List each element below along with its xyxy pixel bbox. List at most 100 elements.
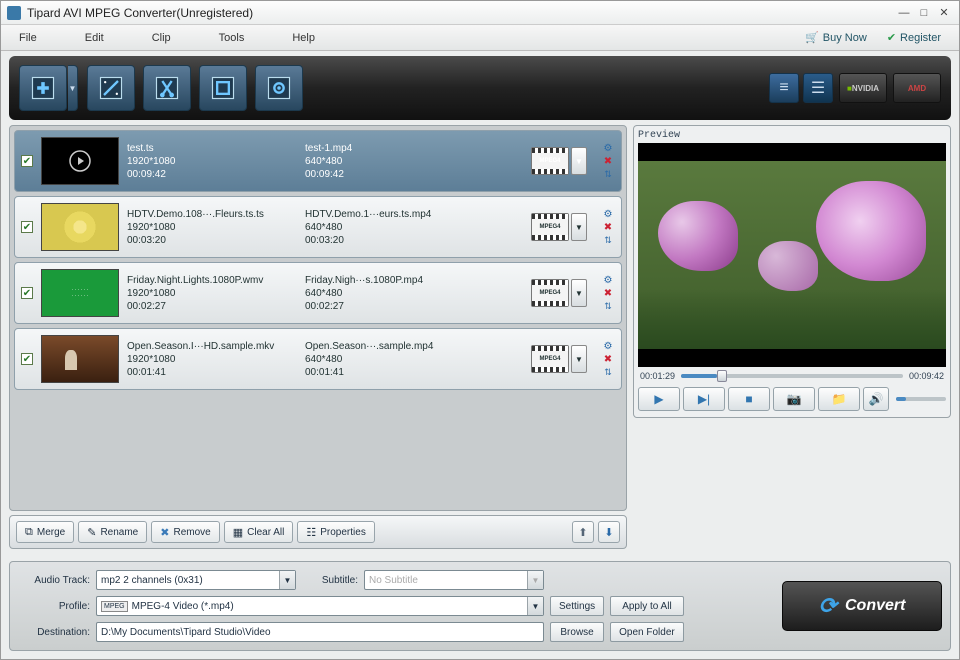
maximize-button[interactable]: □: [915, 6, 933, 20]
preview-current-time: 00:01:29: [640, 371, 675, 381]
add-file-dropdown-icon[interactable]: ▼: [68, 65, 78, 111]
item-remove-icon[interactable]: ✖: [601, 155, 615, 167]
pencil-icon: ✎: [87, 526, 96, 539]
list-item[interactable]: ✔· · · · · ·· · · · · ·Friday.Night.Ligh…: [14, 262, 622, 324]
settings-toolbar-button[interactable]: [255, 65, 303, 111]
subtitle-combo[interactable]: No Subtitle▼: [364, 570, 544, 590]
effect-button[interactable]: [87, 65, 135, 111]
format-icon: MPEG4: [531, 279, 569, 307]
move-down-button[interactable]: ⬇: [598, 521, 620, 543]
source-resolution: 1920*1080: [127, 288, 297, 299]
list-item[interactable]: ✔Open.Season.I···HD.sample.mkv1920*10800…: [14, 328, 622, 390]
item-remove-icon[interactable]: ✖: [601, 287, 615, 299]
format-dropdown[interactable]: ▼: [571, 213, 587, 241]
app-logo-icon: [7, 6, 21, 20]
menu-edit[interactable]: Edit: [85, 32, 104, 44]
output-filename: Friday.Nigh···s.1080P.mp4: [305, 275, 475, 286]
output-filename: HDTV.Demo.1···eurs.ts.mp4: [305, 209, 475, 220]
menu-tools[interactable]: Tools: [219, 32, 245, 44]
menubar: File Edit Clip Tools Help 🛒 Buy Now ✔ Re…: [1, 25, 959, 51]
item-reorder-icon[interactable]: ⇅: [601, 234, 615, 246]
add-file-button[interactable]: ▼: [19, 65, 67, 111]
source-resolution: 1920*1080: [127, 354, 297, 365]
stop-button[interactable]: ■: [728, 387, 770, 411]
format-dropdown[interactable]: ▼: [571, 147, 587, 175]
output-duration: 00:02:27: [305, 301, 475, 312]
item-reorder-icon[interactable]: ⇅: [601, 366, 615, 378]
mpeg-icon: MPEG: [101, 601, 128, 612]
item-checkbox[interactable]: ✔: [21, 353, 33, 365]
item-thumbnail: [41, 203, 119, 251]
trim-button[interactable]: [143, 65, 191, 111]
destination-input[interactable]: D:\My Documents\Tipard Studio\Video: [96, 622, 544, 642]
source-filename: Friday.Night.Lights.1080P.wmv: [127, 275, 297, 286]
item-settings-icon[interactable]: ⚙: [601, 208, 615, 220]
check-icon: ✔: [887, 31, 896, 44]
clear-all-button[interactable]: ▦Clear All: [224, 521, 294, 543]
list-view-button[interactable]: ≡: [769, 73, 799, 103]
item-remove-icon[interactable]: ✖: [601, 221, 615, 233]
open-folder-button[interactable]: Open Folder: [610, 622, 684, 642]
convert-button[interactable]: ⟳ Convert: [782, 581, 942, 631]
format-icon: MPEG4: [531, 213, 569, 241]
amd-badge: AMD: [893, 73, 941, 103]
mute-button[interactable]: 🔊: [863, 387, 889, 411]
item-settings-icon[interactable]: ⚙: [601, 274, 615, 286]
crop-button[interactable]: [199, 65, 247, 111]
format-icon: MPEG4: [531, 147, 569, 175]
volume-slider[interactable]: [896, 397, 946, 401]
preview-total-time: 00:09:42: [909, 371, 944, 381]
format-dropdown[interactable]: ▼: [571, 279, 587, 307]
properties-button[interactable]: ☷Properties: [297, 521, 374, 543]
item-reorder-icon[interactable]: ⇅: [601, 168, 615, 180]
output-resolution: 640*480: [305, 288, 475, 299]
menu-clip[interactable]: Clip: [152, 32, 171, 44]
item-remove-icon[interactable]: ✖: [601, 353, 615, 365]
register-link[interactable]: ✔ Register: [887, 31, 941, 44]
step-button[interactable]: ▶|: [683, 387, 725, 411]
rename-button[interactable]: ✎Rename: [78, 521, 147, 543]
source-duration: 00:09:42: [127, 169, 297, 180]
output-duration: 00:09:42: [305, 169, 475, 180]
preview-label: Preview: [638, 130, 946, 141]
audio-track-combo[interactable]: mp2 2 channels (0x31)▼: [96, 570, 296, 590]
menu-file[interactable]: File: [19, 32, 37, 44]
item-checkbox[interactable]: ✔: [21, 221, 33, 233]
window-title: Tipard AVI MPEG Converter(Unregistered): [27, 6, 253, 20]
detail-view-button[interactable]: ☰: [803, 73, 833, 103]
settings-button[interactable]: Settings: [550, 596, 604, 616]
list-item[interactable]: ✔HDTV.Demo.108···.Fleurs.ts.ts1920*10800…: [14, 196, 622, 258]
app-window: Tipard AVI MPEG Converter(Unregistered) …: [0, 0, 960, 660]
item-reorder-icon[interactable]: ⇅: [601, 300, 615, 312]
buy-now-link[interactable]: 🛒 Buy Now: [805, 31, 867, 44]
browse-button[interactable]: Browse: [550, 622, 604, 642]
source-duration: 00:02:27: [127, 301, 297, 312]
apply-to-all-button[interactable]: Apply to All: [610, 596, 684, 616]
minimize-button[interactable]: —: [895, 6, 913, 20]
item-settings-icon[interactable]: ⚙: [601, 340, 615, 352]
preview-seek-slider[interactable]: [681, 374, 903, 378]
play-button[interactable]: ▶: [638, 387, 680, 411]
source-resolution: 1920*1080: [127, 156, 297, 167]
snapshot-folder-button[interactable]: 📁: [818, 387, 860, 411]
source-duration: 00:03:20: [127, 235, 297, 246]
item-checkbox[interactable]: ✔: [21, 155, 33, 167]
format-dropdown[interactable]: ▼: [571, 345, 587, 373]
list-item[interactable]: ✔test.ts1920*108000:09:42test-1.mp4640*4…: [14, 130, 622, 192]
snapshot-button[interactable]: 📷: [773, 387, 815, 411]
toolbar: ▼ ≡ ☰ ■NVIDIA AMD: [9, 56, 951, 120]
source-duration: 00:01:41: [127, 367, 297, 378]
profile-combo[interactable]: MPEGMPEG-4 Video (*.mp4)▼: [96, 596, 544, 616]
file-list: ✔test.ts1920*108000:09:42test-1.mp4640*4…: [9, 125, 627, 511]
output-duration: 00:03:20: [305, 235, 475, 246]
remove-button[interactable]: ✖Remove: [151, 521, 219, 543]
output-resolution: 640*480: [305, 156, 475, 167]
merge-button[interactable]: ⧉Merge: [16, 521, 74, 543]
format-icon: MPEG4: [531, 345, 569, 373]
move-up-button[interactable]: ⬆: [572, 521, 594, 543]
item-checkbox[interactable]: ✔: [21, 287, 33, 299]
menu-help[interactable]: Help: [292, 32, 315, 44]
item-settings-icon[interactable]: ⚙: [601, 142, 615, 154]
close-button[interactable]: ✕: [935, 6, 953, 20]
titlebar: Tipard AVI MPEG Converter(Unregistered) …: [1, 1, 959, 25]
